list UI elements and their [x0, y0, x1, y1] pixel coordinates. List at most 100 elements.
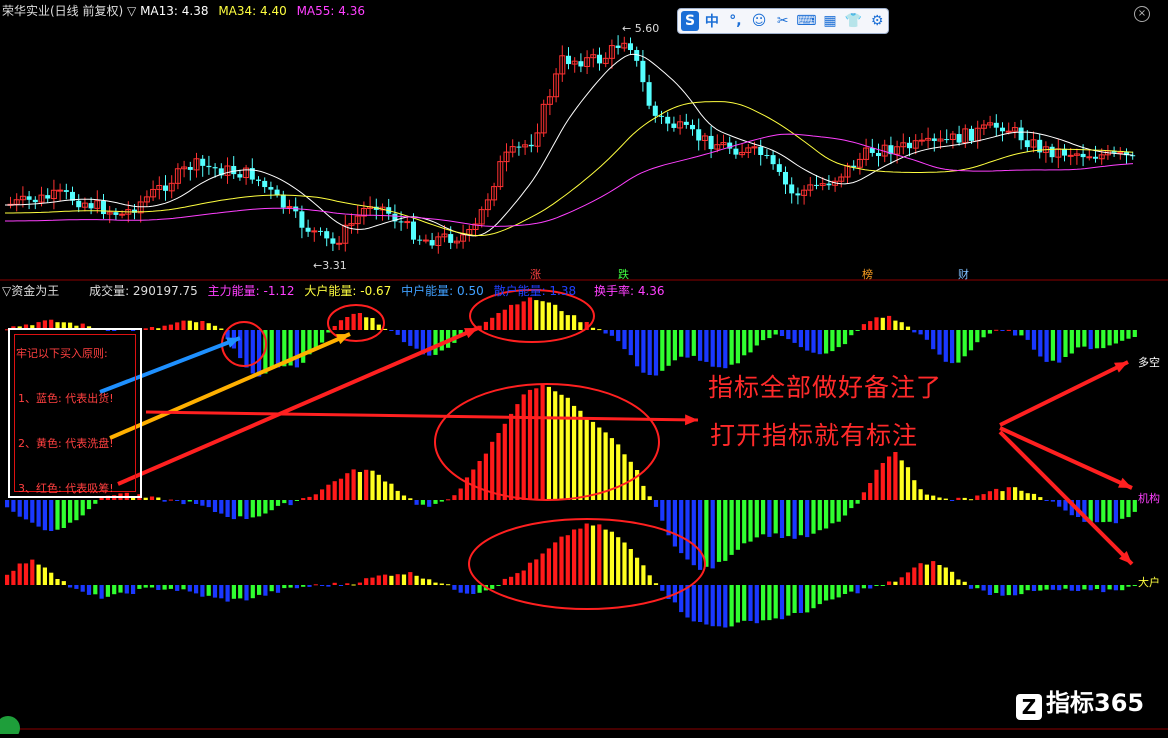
big-player-bar	[968, 585, 974, 589]
chinese-mode-icon[interactable]: 中	[701, 11, 723, 31]
institution-bar	[924, 494, 929, 500]
big-player-bar	[685, 585, 690, 618]
candle-body	[708, 135, 714, 150]
big-player-bar	[458, 585, 463, 593]
scissors-icon[interactable]: ✂	[772, 11, 794, 31]
gear-icon[interactable]: ⚙	[866, 11, 888, 31]
big-player-bar	[622, 542, 627, 585]
institution-bar	[212, 500, 218, 512]
shirt-icon[interactable]: 👕	[843, 11, 865, 31]
menu-arrow-icon[interactable]: ▽	[127, 4, 136, 18]
candle-body	[311, 230, 318, 233]
status-dot	[0, 716, 20, 738]
big-player-bar	[981, 585, 986, 591]
institution-bar	[1120, 500, 1125, 519]
long-short-bar	[880, 317, 885, 330]
long-short-bar	[742, 330, 747, 356]
candle-body	[76, 200, 82, 208]
long-short-bar	[1069, 330, 1074, 354]
long-short-bar	[748, 330, 753, 353]
big-player-bar	[603, 529, 608, 585]
long-short-bar	[893, 320, 898, 330]
candle-body	[578, 61, 584, 67]
long-short-bar	[855, 330, 860, 331]
high-price-arrow-icon: ←	[622, 22, 632, 35]
institution-bar	[231, 500, 236, 520]
candle-body	[63, 190, 69, 192]
long-short-bar	[244, 330, 249, 368]
big-player-bar	[1132, 585, 1137, 586]
long-short-bar	[735, 330, 740, 364]
long-short-bar	[238, 330, 243, 359]
institution-bar	[836, 500, 841, 522]
institution-bar	[458, 488, 463, 500]
close-icon[interactable]: ×	[1134, 6, 1150, 22]
long-short-bar	[578, 322, 583, 330]
event-marker-rise[interactable]: 涨	[530, 266, 541, 282]
chart-stage[interactable]: 荣华实业(日线 前复权) ▽ MA13: 4.38 MA34: 4.40 MA5…	[0, 0, 1168, 738]
institution-bar	[376, 474, 381, 500]
institution-bar	[401, 495, 407, 500]
institution-bar	[704, 500, 709, 567]
candle-body	[429, 240, 435, 246]
institution-bar	[42, 500, 47, 531]
long-short-bar	[962, 330, 967, 357]
big-player-bar	[710, 585, 715, 627]
candle-body	[448, 234, 454, 243]
institution-bar	[80, 500, 85, 516]
long-short-bar	[830, 330, 835, 352]
emoji-icon[interactable]: ☺	[748, 11, 770, 31]
candle-body	[566, 55, 571, 65]
event-marker-finance[interactable]: 财	[958, 266, 969, 282]
candle-body	[1093, 156, 1098, 159]
big-player-bar	[307, 585, 312, 587]
grid-icon[interactable]: ▦	[819, 11, 841, 31]
arrow-to-banner-head	[685, 414, 698, 426]
indicator-name[interactable]: ▽资金为王	[2, 284, 59, 298]
candle-body	[646, 82, 652, 106]
institution-bar	[729, 500, 734, 555]
institution-bar	[187, 500, 192, 502]
long-short-bar	[1025, 330, 1030, 340]
candle-body	[758, 146, 764, 156]
institution-bar	[1113, 500, 1118, 524]
institution-bar	[1107, 500, 1112, 522]
big-player-bar	[345, 583, 350, 585]
big-player-bar	[1013, 585, 1018, 596]
big-player-bar	[874, 585, 879, 586]
candle-body	[814, 184, 819, 186]
institution-bar	[496, 433, 501, 500]
institution-bar	[36, 500, 41, 527]
punctuation-icon[interactable]: °,	[725, 11, 747, 31]
long-short-bar	[672, 330, 677, 361]
long-short-bar	[912, 330, 917, 333]
event-marker-fall[interactable]: 跌	[618, 266, 629, 282]
big-player-bar	[1107, 585, 1112, 590]
long-short-bar	[716, 330, 722, 368]
big-player-bar	[206, 585, 211, 596]
chart-canvas[interactable]	[0, 0, 1168, 738]
ime-logo-icon[interactable]: S	[681, 11, 700, 31]
long-short-bar	[1038, 330, 1043, 357]
long-short-bar	[1031, 330, 1037, 350]
institution-bar	[527, 389, 533, 500]
big-player-bar	[962, 581, 967, 585]
institution-bar	[968, 499, 974, 501]
long-short-bar	[383, 328, 388, 330]
candle-body	[528, 144, 534, 147]
ma55-label: MA55: 4.36	[296, 4, 365, 18]
institution-bar	[168, 499, 173, 501]
institution-bar	[1126, 500, 1131, 518]
institution-bar	[792, 500, 797, 539]
big-player-bar	[748, 585, 753, 621]
long-short-bar	[723, 330, 728, 369]
keyboard-icon[interactable]: ⌨	[796, 11, 818, 31]
long-short-bar	[200, 321, 205, 330]
ime-toolbar[interactable]: S 中 °, ☺ ✂ ⌨ ▦ 👕 ⚙	[677, 8, 889, 34]
big-player-bar	[143, 585, 148, 588]
big-player-bar	[5, 574, 10, 585]
rule-yellow: 2、黄色: 代表洗盘!	[18, 437, 114, 450]
banner-line1: 指标全部做好备注了	[708, 373, 943, 402]
institution-bar	[1000, 491, 1005, 500]
event-marker-rank[interactable]: 榜	[862, 266, 873, 282]
